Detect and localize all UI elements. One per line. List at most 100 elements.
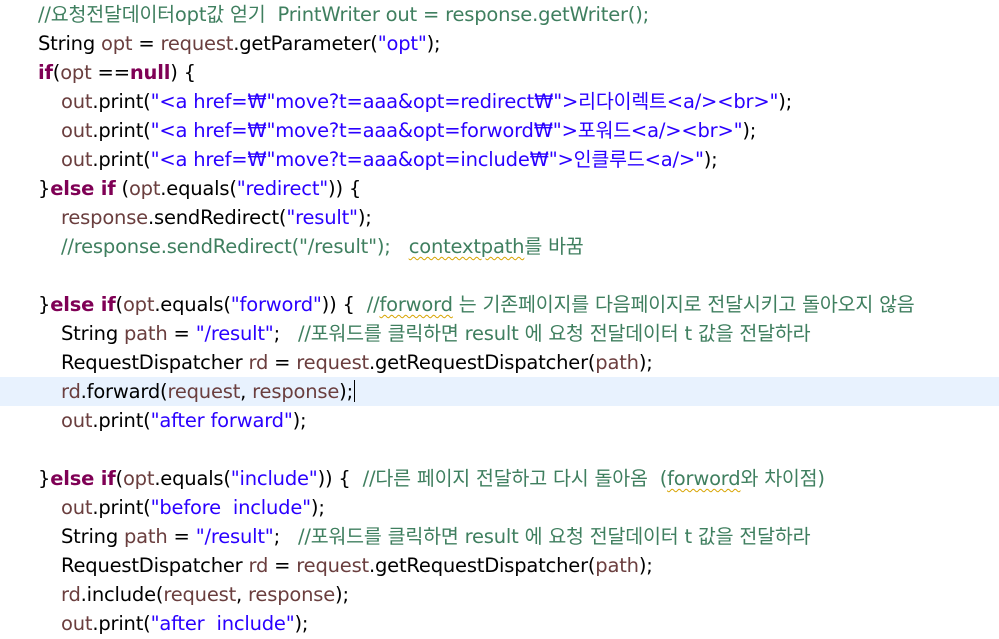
comment-text: //포워드를 클릭하면 result 에 요청 전달데이터 t 값을 전달하라 bbox=[297, 525, 811, 548]
field-token: opt bbox=[122, 467, 155, 490]
code-line[interactable] bbox=[0, 261, 999, 290]
code-line[interactable]: out.print("before include"); bbox=[0, 493, 999, 522]
code-token: ); bbox=[638, 351, 653, 374]
string-literal: "<a href=₩"move?t=aaa&opt=forword₩">포워드<… bbox=[150, 119, 743, 142]
code-line[interactable]: out.print("after forward"); bbox=[0, 406, 999, 435]
field-token: out bbox=[61, 496, 93, 519]
comment-text: //다른 페이지 전달하고 다시 돌아옴 ( bbox=[362, 467, 668, 490]
string-literal: "after include" bbox=[150, 612, 295, 635]
code-token: String bbox=[38, 32, 101, 55]
code-token: .forward( bbox=[80, 380, 168, 403]
code-token: .print( bbox=[92, 496, 151, 519]
code-line[interactable]: if(opt ==null) { bbox=[0, 58, 999, 87]
code-line-content: out.print("after forward"); bbox=[38, 406, 307, 435]
code-token: ); bbox=[638, 554, 653, 577]
code-line[interactable]: String path = "/result"; //포워드를 클릭하면 res… bbox=[0, 522, 999, 551]
field-token: request bbox=[296, 554, 369, 577]
code-line[interactable]: RequestDispatcher rd = request.getReques… bbox=[0, 348, 999, 377]
field-token: response bbox=[61, 206, 148, 229]
code-line[interactable]: }else if (opt.equals("redirect")) { bbox=[0, 174, 999, 203]
code-token: ); bbox=[742, 119, 757, 142]
code-token: .getRequestDispatcher( bbox=[369, 351, 596, 374]
code-line[interactable]: rd.forward(request, response); bbox=[0, 377, 999, 406]
code-line[interactable]: String path = "/result"; //포워드를 클릭하면 res… bbox=[0, 319, 999, 348]
code-line-content: }else if (opt.equals("redirect")) { bbox=[38, 174, 361, 203]
code-token: .print( bbox=[92, 612, 151, 635]
code-token: .equals( bbox=[154, 467, 231, 490]
field-token: opt bbox=[60, 61, 92, 84]
code-line-content: response.sendRedirect("result"); bbox=[38, 203, 372, 232]
field-token: out bbox=[61, 409, 93, 432]
code-token: = bbox=[167, 525, 196, 548]
string-literal: "<a href=₩"move?t=aaa&opt=redirect₩">리다이… bbox=[150, 90, 779, 113]
code-token: .equals( bbox=[160, 177, 237, 200]
code-token: .include( bbox=[80, 583, 164, 606]
code-line-content: RequestDispatcher rd = request.getReques… bbox=[38, 348, 653, 377]
field-token: rd bbox=[248, 351, 269, 374]
code-token: = bbox=[132, 32, 161, 55]
code-token: .print( bbox=[92, 119, 151, 142]
keyword-token: null bbox=[129, 61, 171, 84]
field-token: rd bbox=[248, 554, 269, 577]
code-line[interactable]: RequestDispatcher rd = request.getReques… bbox=[0, 551, 999, 580]
code-line-content: out.print("before include"); bbox=[38, 493, 325, 522]
keyword-token: else if bbox=[50, 467, 116, 490]
string-literal: "forword" bbox=[230, 293, 322, 316]
code-token: String bbox=[61, 525, 124, 548]
code-line-content: String path = "/result"; //포워드를 클릭하면 res… bbox=[38, 522, 811, 551]
code-line[interactable]: out.print("<a href=₩"move?t=aaa&opt=redi… bbox=[0, 87, 999, 116]
code-line[interactable]: //response.sendRedirect("/result"); cont… bbox=[0, 232, 999, 261]
code-token: String bbox=[61, 322, 124, 345]
code-token: ( bbox=[115, 293, 124, 316]
code-line-content: }else if(opt.equals("forword")) { //forw… bbox=[38, 290, 915, 319]
code-token: ); bbox=[778, 90, 793, 113]
code-token: .equals( bbox=[154, 293, 231, 316]
field-token: request bbox=[163, 583, 237, 606]
string-literal: "/result" bbox=[195, 322, 274, 345]
field-token: opt bbox=[122, 293, 155, 316]
code-line-content: //response.sendRedirect("/result"); cont… bbox=[38, 232, 584, 261]
code-token: ); bbox=[339, 380, 353, 403]
comment-text: forword bbox=[379, 293, 453, 316]
code-line[interactable]: String opt = request.getParameter("opt")… bbox=[0, 29, 999, 58]
code-token: .print( bbox=[92, 90, 151, 113]
code-line-content: out.print("<a href=₩"move?t=aaa&opt=forw… bbox=[38, 116, 756, 145]
string-literal: "opt" bbox=[377, 32, 427, 55]
code-line[interactable]: }else if(opt.equals("include")) { //다른 페… bbox=[0, 464, 999, 493]
code-token: )) { bbox=[317, 467, 363, 490]
code-line[interactable]: out.print("<a href=₩"move?t=aaa&opt=incl… bbox=[0, 145, 999, 174]
comment-text: 를 바꿈 bbox=[524, 235, 584, 258]
code-line[interactable]: rd.include(request, response); bbox=[0, 580, 999, 609]
code-token: ); bbox=[703, 148, 718, 171]
code-line[interactable]: out.print("after include"); bbox=[0, 609, 999, 638]
code-token: ); bbox=[357, 206, 372, 229]
string-literal: "redirect" bbox=[236, 177, 329, 200]
field-token: rd bbox=[61, 583, 81, 606]
code-line[interactable]: }else if(opt.equals("forword")) { //forw… bbox=[0, 290, 999, 319]
code-token: == bbox=[91, 61, 130, 84]
code-line-content: rd.include(request, response); bbox=[38, 580, 349, 609]
string-literal: "/result" bbox=[195, 525, 274, 548]
comment-text: // bbox=[366, 293, 380, 316]
code-token: .print( bbox=[92, 409, 151, 432]
field-token: out bbox=[61, 90, 93, 113]
field-token: response bbox=[248, 583, 336, 606]
code-token: = bbox=[268, 554, 297, 577]
text-caret bbox=[353, 380, 356, 402]
code-line[interactable] bbox=[0, 435, 999, 464]
comment-text: //요청전달데이터opt값 얻기 PrintWriter out = respo… bbox=[38, 3, 649, 26]
field-token: out bbox=[61, 148, 93, 171]
code-token: , bbox=[240, 380, 253, 403]
code-editor[interactable]: //요청전달데이터opt값 얻기 PrintWriter out = respo… bbox=[0, 0, 999, 639]
field-token: rd bbox=[61, 380, 81, 403]
code-line-content: if(opt ==null) { bbox=[38, 58, 196, 87]
code-line-content: RequestDispatcher rd = request.getReques… bbox=[38, 551, 653, 580]
code-line[interactable]: response.sendRedirect("result"); bbox=[0, 203, 999, 232]
code-token: ( bbox=[115, 467, 124, 490]
code-token: )) { bbox=[328, 177, 362, 200]
code-line[interactable]: //요청전달데이터opt값 얻기 PrintWriter out = respo… bbox=[0, 0, 999, 29]
comment-text: 는 기존페이지를 다음페이지로 전달시키고 돌아오지 않음 bbox=[452, 293, 915, 316]
code-token: ; bbox=[273, 525, 298, 548]
code-token: RequestDispatcher bbox=[61, 554, 249, 577]
code-line[interactable]: out.print("<a href=₩"move?t=aaa&opt=forw… bbox=[0, 116, 999, 145]
